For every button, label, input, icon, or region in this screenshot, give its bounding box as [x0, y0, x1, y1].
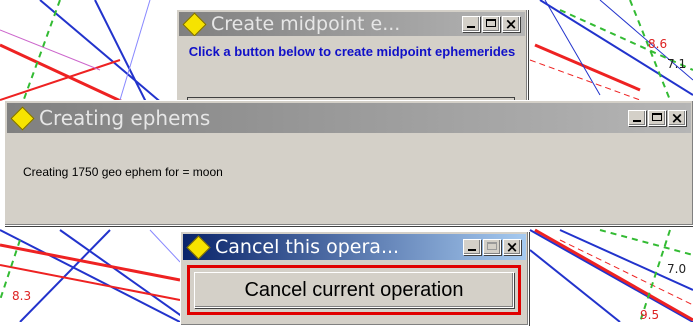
close-button[interactable]: × — [503, 238, 521, 256]
minimize-button[interactable] — [463, 239, 481, 255]
minimize-icon — [468, 249, 476, 251]
close-button[interactable]: × — [502, 15, 520, 33]
instruction-text: Click a button below to create midpoint … — [188, 44, 516, 59]
status-text: Creating 1750 geo ephem for = moon — [23, 165, 223, 179]
creating-ephems-window: Creating ephems × Creating 1750 geo ephe… — [4, 100, 693, 226]
close-icon: × — [670, 109, 684, 127]
chart-label: 7.0 — [667, 262, 686, 276]
maximize-icon — [652, 113, 662, 121]
maximize-button[interactable] — [482, 16, 500, 32]
minimize-icon — [467, 26, 475, 28]
chart-label: 8.3 — [12, 289, 31, 303]
create-midpoint-window: Create midpoint e... × Click a button be… — [176, 9, 528, 109]
window-title: Cancel this opera... — [215, 236, 400, 258]
maximize-icon — [487, 242, 497, 250]
maximize-button[interactable] — [648, 110, 666, 126]
chart-label: 7.1 — [667, 57, 686, 71]
cancel-window-titlebar[interactable]: Cancel this opera... × — [183, 234, 526, 260]
cancel-operation-window: Cancel this opera... × Cancel current op… — [180, 231, 529, 326]
chart-label: 8.6 — [648, 37, 667, 51]
maximize-icon — [486, 19, 496, 27]
diamond-icon — [182, 12, 207, 36]
diamond-icon — [186, 234, 211, 260]
cancel-button-label: Cancel current operation — [244, 278, 464, 301]
window-title: Creating ephems — [39, 106, 211, 130]
minimize-button[interactable] — [462, 16, 480, 32]
close-icon: × — [504, 15, 518, 33]
create-window-titlebar[interactable]: Create midpoint e... × — [179, 12, 525, 36]
minimize-icon — [633, 120, 641, 122]
close-button[interactable]: × — [668, 109, 686, 127]
chart-label: 9.5 — [640, 308, 659, 322]
cancel-operation-button[interactable]: Cancel current operation — [187, 265, 521, 315]
maximize-button — [483, 239, 501, 255]
minimize-button[interactable] — [628, 110, 646, 126]
diamond-icon — [10, 105, 35, 131]
window-title: Create midpoint e... — [211, 13, 401, 35]
creating-window-titlebar[interactable]: Creating ephems × — [7, 103, 691, 133]
close-icon: × — [505, 238, 519, 256]
